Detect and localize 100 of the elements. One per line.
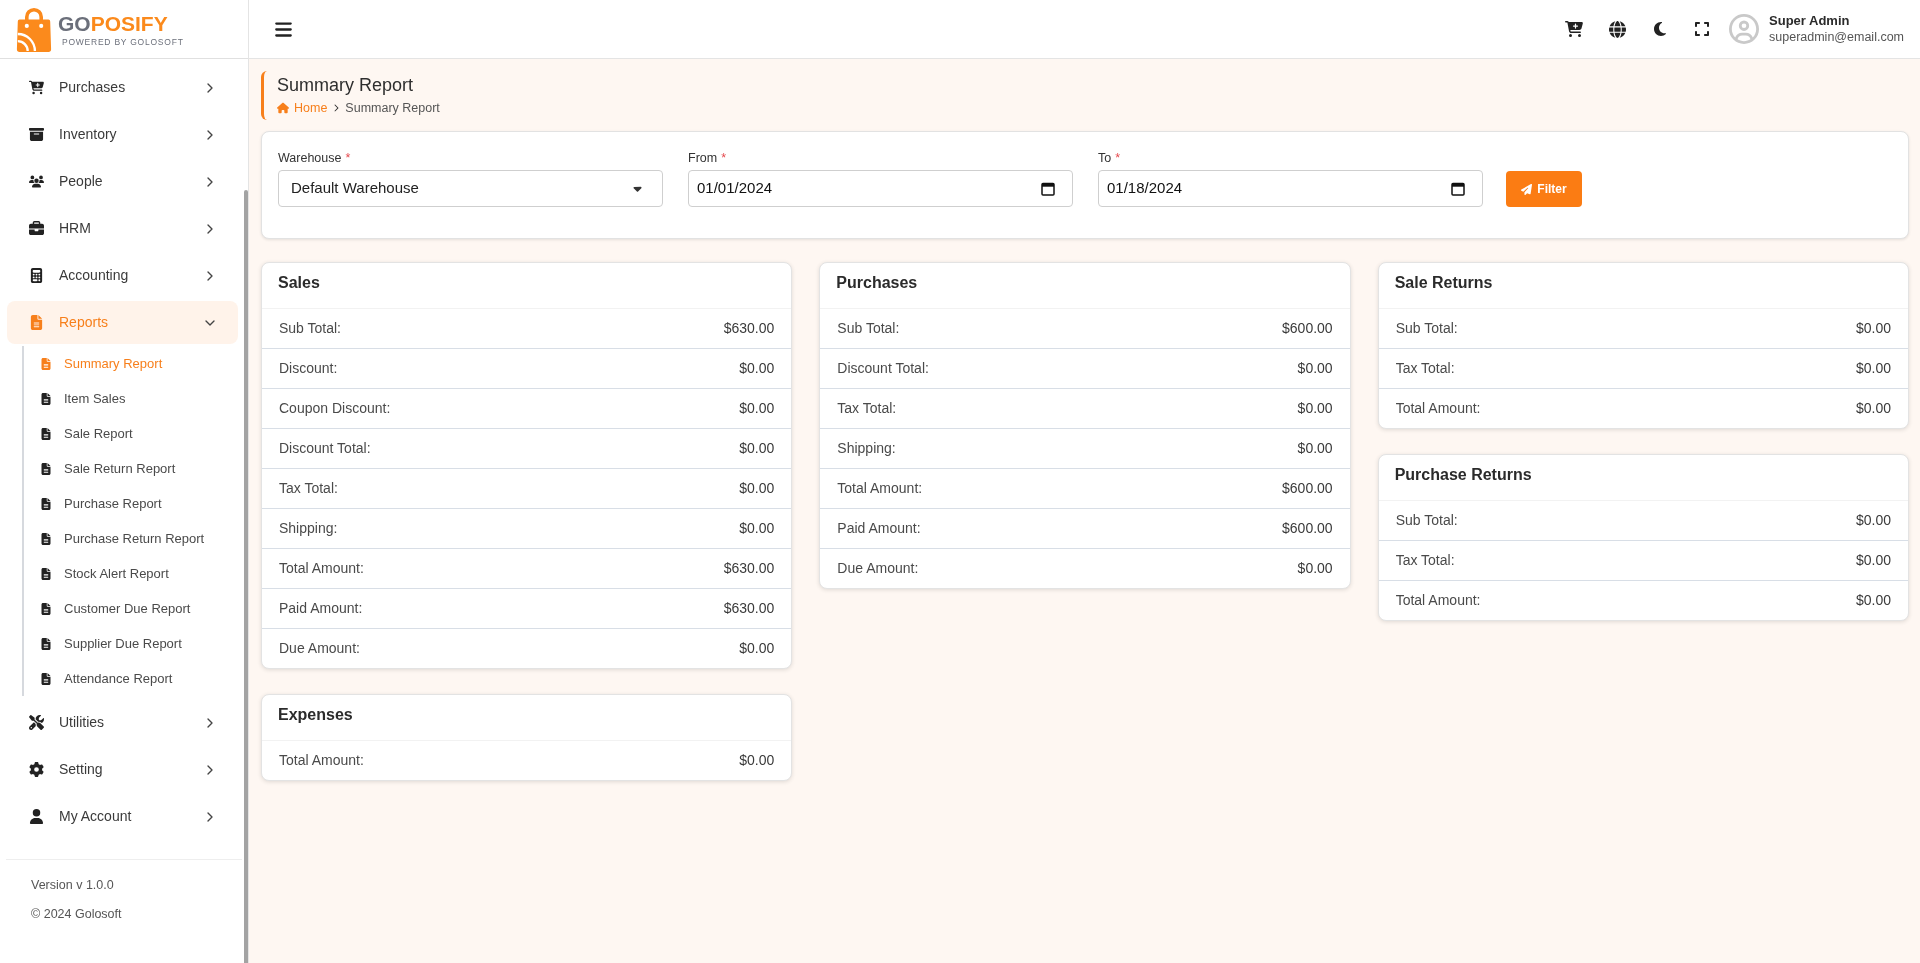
row-value: $0.00 bbox=[1297, 359, 1333, 378]
row-value: $0.00 bbox=[1297, 559, 1333, 578]
row-value: $0.00 bbox=[739, 439, 775, 458]
row-value: $0.00 bbox=[739, 479, 775, 498]
cart-icon[interactable] bbox=[1565, 20, 1584, 38]
row-label: Paid Amount: bbox=[837, 519, 921, 538]
menu-item[interactable]: Accounting bbox=[7, 254, 238, 297]
submenu-item[interactable]: Purchase Return Report bbox=[24, 521, 248, 556]
version-text: Version v 1.0.0 bbox=[31, 877, 115, 894]
menu-item[interactable]: Purchases bbox=[7, 66, 238, 109]
fullscreen-icon[interactable] bbox=[1694, 21, 1711, 37]
row-label: Total Amount: bbox=[837, 479, 923, 498]
row-label: Paid Amount: bbox=[279, 599, 363, 618]
scrollbar-thumb[interactable] bbox=[244, 190, 248, 963]
row-label: Total Amount: bbox=[279, 559, 364, 578]
row-label: Shipping: bbox=[279, 519, 338, 538]
row-value: $0.00 bbox=[1297, 439, 1333, 458]
row-label: Tax Total: bbox=[279, 479, 338, 498]
moon-icon[interactable] bbox=[1652, 21, 1669, 37]
document-icon bbox=[40, 672, 52, 685]
date-field[interactable]: 01/18/2024 bbox=[1098, 170, 1483, 207]
document-icon bbox=[40, 497, 52, 510]
shopping-bag-logo-icon bbox=[16, 5, 52, 53]
document-icon bbox=[40, 637, 52, 650]
menu-item[interactable]: Inventory bbox=[7, 113, 238, 156]
submenu-item[interactable]: Stock Alert Report bbox=[24, 556, 248, 591]
calendar-icon[interactable] bbox=[1041, 181, 1055, 196]
row-label: Total Amount: bbox=[1395, 591, 1481, 610]
user-name: Super Admin bbox=[1769, 12, 1851, 29]
settings-icon bbox=[29, 762, 44, 777]
row-label: Tax Total: bbox=[837, 399, 897, 418]
field-label: To bbox=[1098, 149, 1112, 167]
submenu-item[interactable]: Item Sales bbox=[24, 381, 248, 416]
document-icon bbox=[40, 602, 52, 615]
date-field[interactable]: 01/01/2024 bbox=[688, 170, 1073, 207]
breadcrumb-current: Summary Report bbox=[345, 99, 440, 117]
menu-item[interactable]: My Account bbox=[7, 795, 238, 838]
submenu-item[interactable]: Attendance Report bbox=[24, 661, 248, 696]
menu-icon[interactable] bbox=[274, 19, 293, 39]
row-label: Discount Total: bbox=[279, 439, 371, 458]
card-title: Sale Returns bbox=[1394, 273, 1493, 293]
row-label: Total Amount: bbox=[1395, 399, 1481, 418]
row-value: $0.00 bbox=[1855, 319, 1891, 338]
copyright-text: © 2024 Golosoft bbox=[31, 905, 123, 923]
chevron-right-icon bbox=[332, 104, 341, 112]
row-label: Discount: bbox=[279, 359, 338, 378]
row-value: $0.00 bbox=[739, 519, 775, 538]
row-label: Due Amount: bbox=[279, 639, 360, 658]
card-title: Expenses bbox=[278, 705, 353, 725]
submenu-item[interactable]: Supplier Due Report bbox=[24, 626, 248, 661]
document-icon bbox=[40, 532, 52, 545]
required-mark: * bbox=[345, 149, 351, 167]
submenu-item[interactable]: Sale Return Report bbox=[24, 451, 248, 486]
menu-item[interactable]: Setting bbox=[7, 748, 238, 791]
logo-text: POSIFY bbox=[90, 11, 168, 36]
user-icon bbox=[29, 809, 44, 824]
row-label: Tax Total: bbox=[1395, 359, 1455, 378]
row-value: $0.00 bbox=[1297, 399, 1333, 418]
row-value: $0.00 bbox=[1855, 511, 1891, 530]
document-icon bbox=[40, 567, 52, 580]
row-label: Tax Total: bbox=[1395, 551, 1455, 570]
card-title: Sales bbox=[278, 273, 320, 293]
paper-plane-icon bbox=[1521, 183, 1533, 195]
row-value: $630.00 bbox=[723, 599, 775, 618]
row-label: Sub Total: bbox=[837, 319, 900, 338]
row-value: $0.00 bbox=[739, 399, 775, 418]
row-value: $0.00 bbox=[1855, 399, 1891, 418]
menu-item[interactable]: HRM bbox=[7, 207, 238, 250]
row-label: Due Amount: bbox=[837, 559, 919, 578]
document-icon bbox=[40, 392, 52, 405]
submenu-item[interactable]: Sale Report bbox=[24, 416, 248, 451]
row-value: $0.00 bbox=[1855, 591, 1891, 610]
submenu-item[interactable]: Customer Due Report bbox=[24, 591, 248, 626]
row-label: Total Amount: bbox=[279, 751, 364, 770]
row-value: $0.00 bbox=[739, 751, 775, 770]
document-icon bbox=[29, 315, 44, 330]
required-mark: * bbox=[1115, 149, 1121, 167]
required-mark: * bbox=[721, 149, 727, 167]
globe-icon[interactable] bbox=[1609, 20, 1627, 38]
card-title: Purchase Returns bbox=[1394, 465, 1532, 485]
logo-tagline: POWERED BY GOLOSOFT bbox=[62, 37, 184, 47]
field-label: From bbox=[688, 149, 718, 167]
document-icon bbox=[40, 427, 52, 440]
menu-item[interactable]: Utilities bbox=[7, 701, 238, 744]
calendar-icon[interactable] bbox=[1451, 181, 1465, 196]
row-value: $600.00 bbox=[1282, 519, 1333, 538]
menu-item[interactable]: People bbox=[7, 160, 238, 203]
briefcase-icon bbox=[29, 221, 44, 236]
row-value: $600.00 bbox=[1282, 479, 1333, 498]
row-label: Coupon Discount: bbox=[279, 399, 391, 418]
page-title: Summary Report bbox=[277, 73, 415, 96]
box-icon bbox=[29, 127, 44, 142]
calculator-icon bbox=[29, 268, 44, 283]
row-value: $0.00 bbox=[1855, 359, 1891, 378]
field-label: Warehouse bbox=[278, 149, 342, 167]
cart-icon bbox=[29, 80, 44, 95]
submenu-item[interactable]: Purchase Report bbox=[24, 486, 248, 521]
row-value: $600.00 bbox=[1282, 319, 1333, 338]
select-field[interactable]: Default Warehouse bbox=[278, 170, 663, 207]
row-value: $0.00 bbox=[739, 639, 775, 658]
